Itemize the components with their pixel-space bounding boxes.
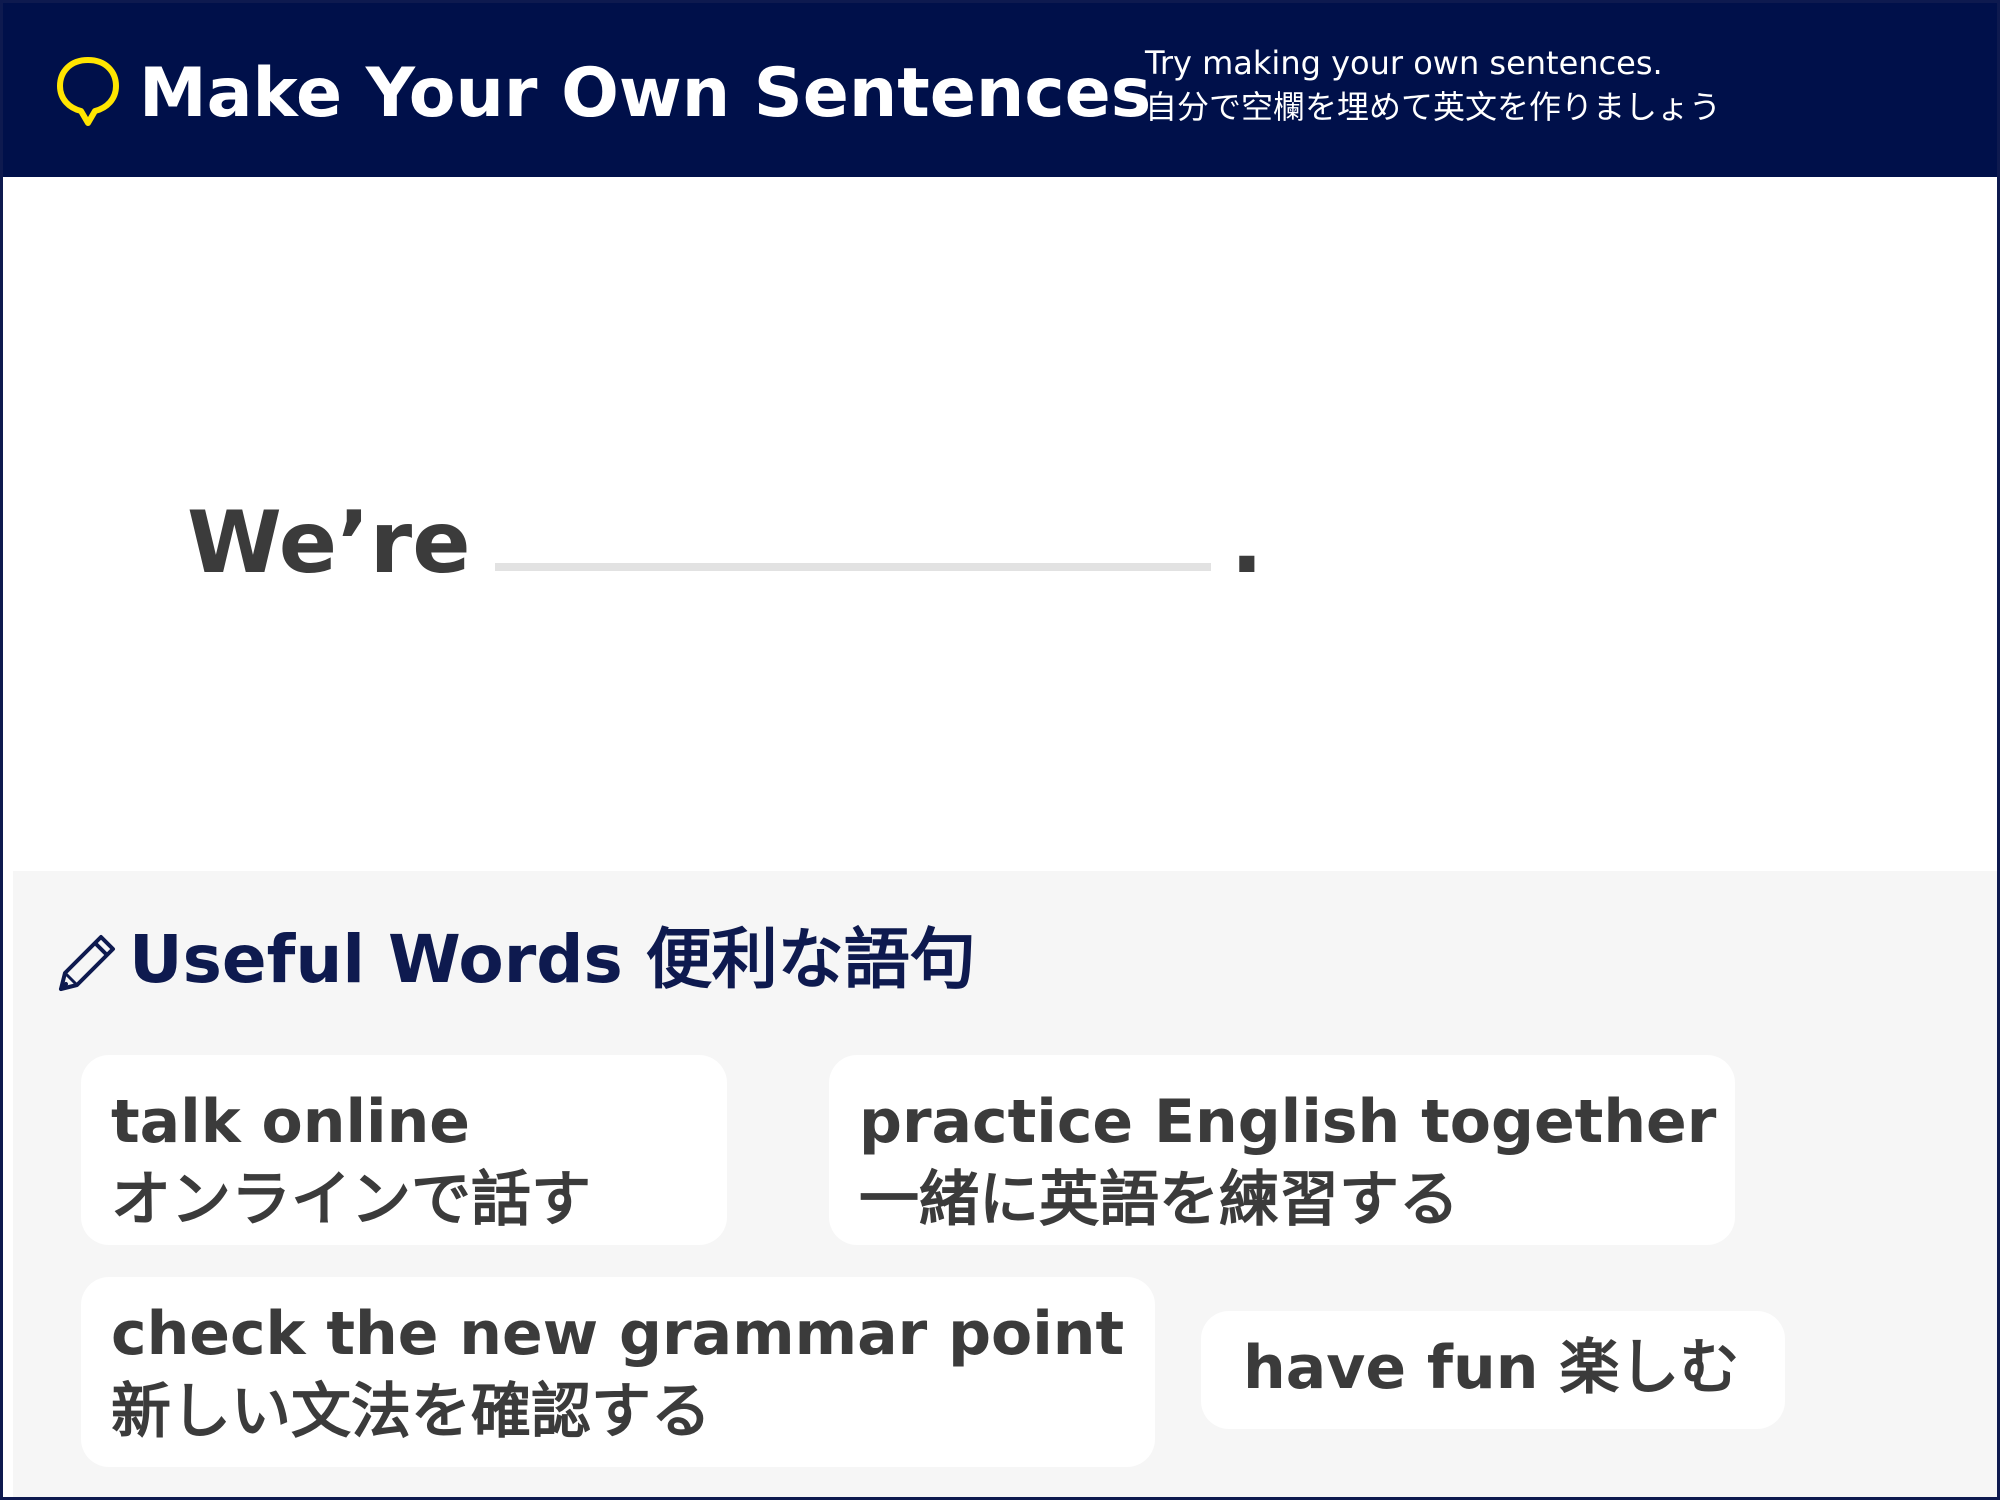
subtitle-english: Try making your own sentences. [1145,44,1663,82]
word-english: check the new grammar point [111,1299,1125,1369]
answer-blank[interactable] [494,563,1211,571]
sentence-end: . [1230,493,1264,593]
sentence-prompt: We’re . [187,483,1263,593]
word-chip: talk online オンラインで話す [81,1055,727,1245]
word-japanese: 楽しむ [1559,1333,1740,1403]
header-subtitle: Try making your own sentences. 自分で空欄を埋めて… [1145,41,1721,129]
word-english: talk online [111,1087,471,1157]
worksheet-page: Make Your Own Sentences Try making your … [0,0,2000,1500]
word-english: practice English together [859,1087,1717,1157]
header-bar: Make Your Own Sentences Try making your … [3,3,1997,177]
word-chip: practice English together 一緒に英語を練習する [829,1055,1735,1245]
useful-words-panel: Useful Words 便利な語句 talk online オンラインで話す … [13,871,1997,1497]
speech-bubble-icon [57,57,119,126]
word-japanese: 新しい文法を確認する [111,1377,711,1447]
page-title: Make Your Own Sentences [139,54,1152,133]
pencil-icon [59,935,115,991]
sentence-lead: We’re [187,493,471,593]
word-chip: have fun 楽しむ [1201,1311,1785,1429]
word-japanese: 一緒に英語を練習する [859,1165,1459,1235]
useful-words-heading: Useful Words 便利な語句 [129,921,976,998]
subtitle-japanese: 自分で空欄を埋めて英文を作りましょう [1145,88,1722,126]
word-chip: check the new grammar point 新しい文法を確認する [81,1277,1155,1467]
word-japanese: オンラインで話す [111,1165,591,1235]
word-english: have fun [1243,1333,1539,1403]
